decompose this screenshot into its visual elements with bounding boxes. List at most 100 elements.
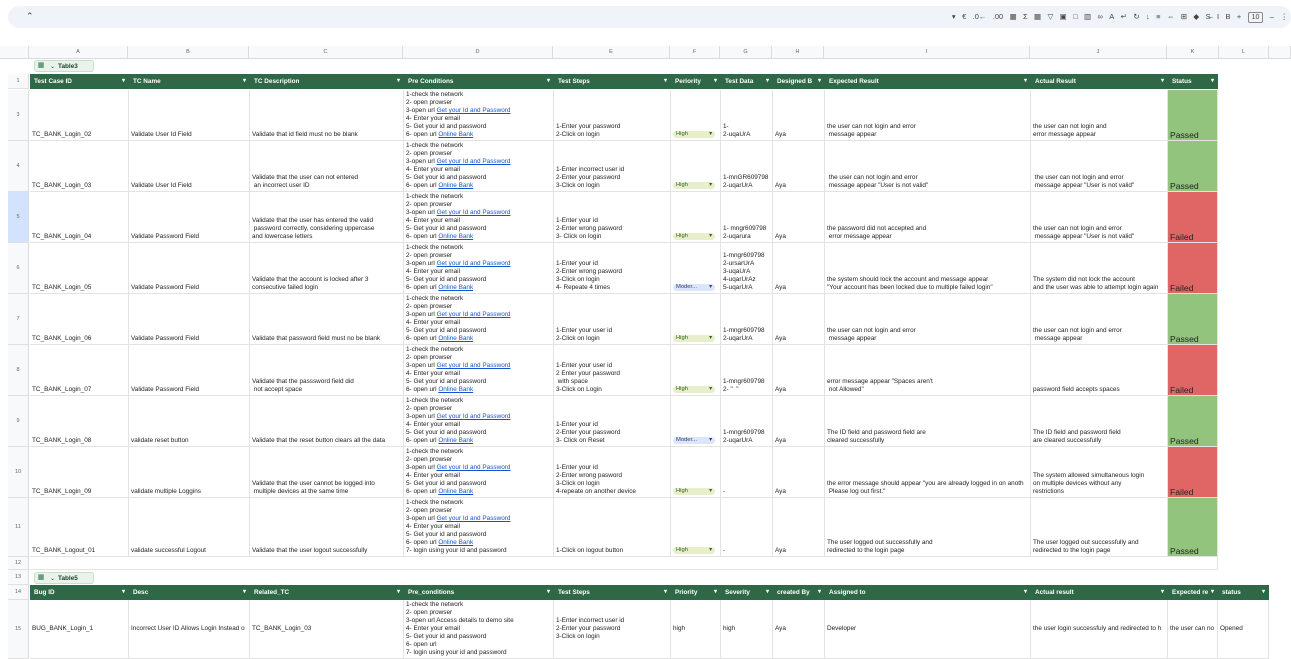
designed-cell[interactable]: Aya bbox=[773, 192, 825, 243]
id-cell[interactable]: TC_BANK_Login_04 bbox=[30, 192, 129, 243]
table5-header-cell[interactable]: Assigned to ▾ bbox=[825, 585, 1031, 600]
expected-cell[interactable]: The ID field and password field are clea… bbox=[825, 396, 1031, 447]
row-header[interactable]: 4 bbox=[8, 141, 29, 192]
expected-cell[interactable]: error message appear "Spaces aren't not … bbox=[825, 345, 1031, 396]
name-cell[interactable]: validate reset button bbox=[129, 396, 250, 447]
bug-desc-cell[interactable]: Incorrect User ID Allows Login Instead o bbox=[129, 600, 250, 659]
expected-cell[interactable]: the error message should appear "you are… bbox=[825, 447, 1031, 498]
steps-cell[interactable]: 1-Enter your user id 2-Click on login bbox=[554, 294, 671, 345]
chevron-down-icon[interactable]: ▾ bbox=[1161, 585, 1164, 600]
expected-cell[interactable]: the system should lock the account and m… bbox=[825, 243, 1031, 294]
collapse-toolbar-icon[interactable]: ⌃ bbox=[26, 11, 34, 22]
status-cell[interactable]: Failed bbox=[1168, 243, 1218, 294]
id-password-link[interactable]: Get your Id and Password bbox=[437, 464, 511, 471]
currency-icon[interactable]: € bbox=[962, 10, 966, 24]
preconditions-cell[interactable]: 1-check the network 2- open prowser 3-open… bbox=[404, 294, 554, 345]
chevron-down-icon[interactable]: ▾ bbox=[664, 585, 667, 600]
priority-dropdown[interactable]: High ▾ bbox=[673, 488, 715, 495]
desc-cell[interactable]: Validate that the passsword field did no… bbox=[250, 345, 404, 396]
bug-priority-cell[interactable]: high bbox=[671, 600, 721, 659]
bug-severity-cell[interactable]: high bbox=[721, 600, 773, 659]
chevron-down-icon[interactable]: ▾ bbox=[243, 585, 246, 600]
online-bank-link[interactable]: Online Bank bbox=[438, 437, 473, 444]
desc-cell[interactable]: Validate that password field must no be … bbox=[250, 294, 404, 345]
data-cell[interactable]: 1-mngr609798 2-ursarUrA 3-uqaUrA 4-uqarU… bbox=[721, 243, 773, 294]
bug-id-cell[interactable]: BUG_BANK_Login_1 bbox=[30, 600, 129, 659]
id-cell[interactable]: TC_BANK_Logout_01 bbox=[30, 498, 129, 557]
steps-cell[interactable]: 1-Enter incorrect user id 2-Enter your p… bbox=[554, 141, 671, 192]
id-password-link[interactable]: Get your Id and Password bbox=[437, 413, 511, 420]
online-bank-link[interactable]: Online Bank bbox=[438, 233, 473, 240]
status-cell[interactable]: Passed bbox=[1168, 141, 1218, 192]
chevron-down-icon[interactable]: ▾ bbox=[1161, 74, 1164, 89]
bug-status-cell[interactable]: Opened bbox=[1218, 600, 1269, 659]
chart-icon[interactable]: ▥ bbox=[1084, 10, 1091, 24]
row-header[interactable]: 10 bbox=[8, 447, 29, 498]
designed-cell[interactable]: Aya bbox=[773, 498, 825, 557]
decimal-decrease-icon[interactable]: .0← bbox=[973, 10, 987, 24]
expected-cell[interactable]: the user can not login and error message… bbox=[825, 294, 1031, 345]
desc-cell[interactable]: Validate that the user has entered the v… bbox=[250, 192, 404, 243]
designed-cell[interactable]: Aya bbox=[773, 294, 825, 345]
bold-icon[interactable]: B bbox=[1225, 10, 1230, 24]
desc-cell[interactable]: Validate that the user cannot be logged … bbox=[250, 447, 404, 498]
chevron-down-icon[interactable]: ⌄ bbox=[50, 575, 55, 582]
table5-header-cell[interactable]: Priority ▾ bbox=[671, 585, 721, 600]
priority-dropdown[interactable]: High ▾ bbox=[673, 131, 715, 138]
status-cell[interactable]: Failed bbox=[1168, 345, 1218, 396]
data-cell[interactable]: 1-mnGR609798 2-uqarUrA bbox=[721, 141, 773, 192]
table3-header-cell[interactable]: Expected Result ▾ bbox=[825, 74, 1031, 89]
priority-cell[interactable]: High ▾ bbox=[671, 192, 721, 243]
preconditions-cell[interactable]: 1-check the network 2- open prowser 3-open… bbox=[404, 192, 554, 243]
priority-cell[interactable]: Moder... ▾ bbox=[671, 396, 721, 447]
chevron-down-icon[interactable]: ▾ bbox=[714, 585, 717, 600]
expected-cell[interactable]: the password did not accepted and error … bbox=[825, 192, 1031, 243]
column-header[interactable]: D bbox=[403, 46, 553, 58]
priority-dropdown[interactable]: Moder... ▾ bbox=[673, 284, 715, 291]
chevron-down-icon[interactable]: ▾ bbox=[1211, 74, 1214, 89]
preconditions-cell[interactable]: 1-check the network 2- open prowser 3-open… bbox=[404, 345, 554, 396]
row-header[interactable]: 5 bbox=[8, 192, 29, 243]
chevron-down-icon[interactable]: ▾ bbox=[243, 74, 246, 89]
id-password-link[interactable]: Get your Id and Password bbox=[437, 209, 511, 216]
merge-icon[interactable]: ⇔ bbox=[1167, 10, 1175, 24]
bug-created-cell[interactable]: Aya bbox=[773, 600, 825, 659]
table3-header-cell[interactable]: Designed B ▾ bbox=[773, 74, 825, 89]
name-cell[interactable]: Validate Password Field bbox=[129, 192, 250, 243]
designed-cell[interactable]: Aya bbox=[773, 345, 825, 396]
row-header[interactable]: 13 bbox=[8, 570, 29, 585]
italic-icon[interactable]: I bbox=[1217, 10, 1219, 24]
row-header[interactable]: 3 bbox=[8, 90, 29, 141]
status-cell[interactable]: Passed bbox=[1168, 498, 1218, 557]
id-cell[interactable]: TC_BANK_Login_06 bbox=[30, 294, 129, 345]
table5-header-cell[interactable]: Actual result ▾ bbox=[1031, 585, 1168, 600]
id-password-link[interactable]: Get your Id and Password bbox=[437, 311, 511, 318]
priority-cell[interactable]: High ▾ bbox=[671, 141, 721, 192]
data-cell[interactable]: - bbox=[721, 498, 773, 557]
online-bank-link[interactable]: Online Bank bbox=[438, 131, 473, 138]
bug-related-cell[interactable]: TC_BANK_Login_03 bbox=[250, 600, 404, 659]
designed-cell[interactable]: Aya bbox=[773, 396, 825, 447]
table3-header-cell[interactable]: Status ▾ bbox=[1168, 74, 1218, 89]
actual-cell[interactable]: The user logged out successfully and red… bbox=[1031, 498, 1168, 557]
desc-cell[interactable]: Validate that the account is locked afte… bbox=[250, 243, 404, 294]
column-header[interactable] bbox=[1269, 46, 1291, 58]
steps-cell[interactable]: 1-Enter your password 2-Click on login bbox=[554, 90, 671, 141]
designed-cell[interactable]: Aya bbox=[773, 447, 825, 498]
minus-icon[interactable]: – bbox=[1270, 10, 1274, 24]
text-rotate-icon[interactable]: ↻ bbox=[1133, 10, 1139, 24]
row-header[interactable]: 6 bbox=[8, 243, 29, 294]
steps-cell[interactable]: 1-Enter your user id 2 Enter your passwo… bbox=[554, 345, 671, 396]
name-cell[interactable]: Validate Password Field bbox=[129, 294, 250, 345]
priority-dropdown[interactable]: Moder... ▾ bbox=[673, 437, 715, 444]
valign-icon[interactable]: ↓ bbox=[1146, 10, 1150, 24]
designed-cell[interactable]: Aya bbox=[773, 243, 825, 294]
more-icon[interactable]: ⋮ bbox=[1280, 10, 1288, 24]
table5-header-cell[interactable]: Desc ▾ bbox=[129, 585, 250, 600]
halign-icon[interactable]: ≡ bbox=[1156, 10, 1160, 24]
row-header[interactable]: 15 bbox=[8, 600, 29, 659]
actual-cell[interactable]: The system allowed simultaneous login on… bbox=[1031, 447, 1168, 498]
id-password-link[interactable]: Get your Id and Password bbox=[437, 260, 511, 267]
table-icon[interactable]: ▦ bbox=[1034, 10, 1041, 24]
comment-icon[interactable]: □ bbox=[1073, 10, 1078, 24]
